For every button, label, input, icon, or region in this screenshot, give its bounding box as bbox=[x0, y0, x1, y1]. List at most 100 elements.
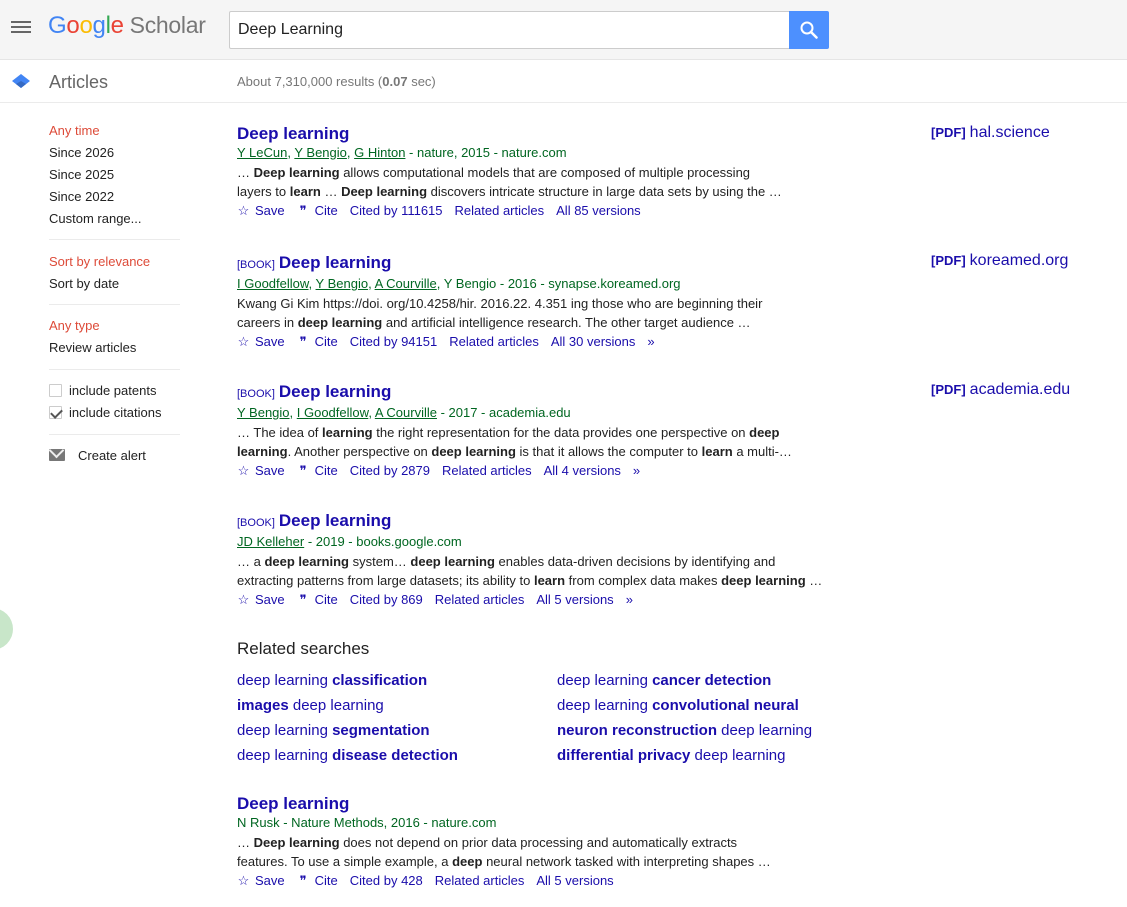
save-label: Save bbox=[255, 463, 285, 478]
author-link[interactable]: JD Kelleher bbox=[237, 534, 304, 549]
sort-option-0[interactable]: Sort by relevance bbox=[49, 255, 181, 277]
author-link[interactable]: I Goodfellow bbox=[237, 276, 309, 291]
related-search-link[interactable]: deep learning segmentation bbox=[237, 722, 430, 739]
cite-label: Cite bbox=[314, 334, 338, 349]
save-link[interactable]: ☆ Save bbox=[237, 592, 285, 607]
author-link[interactable]: Y Bengio bbox=[316, 276, 369, 291]
related-search-link[interactable]: neuron reconstruction deep learning bbox=[557, 722, 812, 739]
filter-time-0[interactable]: Any time bbox=[49, 124, 181, 146]
all-versions-link[interactable]: All 5 versions bbox=[536, 873, 613, 888]
result-source: - 2016 - synapse.koreamed.org bbox=[496, 276, 681, 291]
all-versions-link[interactable]: All 85 versions bbox=[556, 203, 641, 218]
result-snippet: … Deep learning does not depend on prior… bbox=[237, 835, 738, 850]
related-articles-link[interactable]: Related articles bbox=[435, 873, 525, 888]
related-articles-link[interactable]: Related articles bbox=[455, 203, 545, 218]
pdf-link[interactable]: [PDF] koreamed.org bbox=[931, 252, 1068, 270]
more-chevron-icon[interactable]: » bbox=[626, 592, 633, 607]
floating-button[interactable] bbox=[0, 608, 13, 650]
related-search-link[interactable]: deep learning convolutional neural bbox=[557, 697, 799, 714]
include-patents-checkbox[interactable]: include patents bbox=[49, 384, 181, 406]
related-search-link[interactable]: deep learning cancer detection bbox=[557, 672, 771, 689]
logo-letter: G bbox=[48, 12, 67, 39]
author-link[interactable]: Y Bengio bbox=[294, 145, 347, 160]
cited-by-link[interactable]: Cited by 111615 bbox=[350, 203, 443, 218]
result-title-link[interactable]: [BOOK] Deep learning bbox=[237, 511, 837, 533]
sort-option-1[interactable]: Sort by date bbox=[49, 277, 181, 299]
checkbox-checked-icon bbox=[49, 406, 62, 419]
pdf-tag: [PDF] bbox=[931, 253, 966, 268]
related-search-link[interactable]: images deep learning bbox=[237, 697, 384, 714]
author-link[interactable]: Y Bengio bbox=[237, 405, 290, 420]
save-label: Save bbox=[255, 334, 285, 349]
filter-type-1[interactable]: Review articles bbox=[49, 341, 181, 363]
filter-type-0[interactable]: Any type bbox=[49, 319, 181, 341]
related-articles-link[interactable]: Related articles bbox=[442, 463, 532, 478]
result-snippet: extracting patterns from large datasets;… bbox=[237, 573, 823, 588]
filter-time-2[interactable]: Since 2025 bbox=[49, 168, 181, 190]
author-link[interactable]: A Courville bbox=[375, 276, 437, 291]
result-title-text: Deep learning bbox=[278, 511, 392, 530]
star-icon: ☆ bbox=[237, 873, 250, 888]
result-title-link[interactable]: Deep learning bbox=[237, 124, 837, 144]
save-link[interactable]: ☆ Save bbox=[237, 334, 285, 349]
result-title-link[interactable]: [BOOK] Deep learning bbox=[237, 382, 837, 404]
include-citations-checkbox[interactable]: include citations bbox=[49, 406, 181, 428]
result-title-text: Deep learning bbox=[237, 794, 350, 813]
create-alert-link[interactable]: Create alert bbox=[49, 449, 181, 471]
result-actions: ☆ Save ❞ Cite Cited by 869 Related articles Al… bbox=[237, 592, 837, 608]
related-articles-link[interactable]: Related articles bbox=[435, 592, 525, 607]
author-link[interactable]: G Hinton bbox=[354, 145, 405, 160]
result-title-link[interactable]: Deep learning bbox=[237, 794, 837, 814]
author-link[interactable]: I Goodfellow bbox=[297, 405, 369, 420]
google-scholar-logo[interactable]: Google Scholar bbox=[48, 12, 206, 40]
save-link[interactable]: ☆ Save bbox=[237, 873, 285, 888]
cited-by-link[interactable]: Cited by 94151 bbox=[350, 334, 437, 349]
cite-link[interactable]: ❞ Cite bbox=[297, 592, 338, 607]
result-actions: ☆ Save ❞ Cite Cited by 94151 Related articles… bbox=[237, 334, 837, 350]
scholar-cap-icon bbox=[12, 74, 30, 88]
result-type-tag: [BOOK] bbox=[237, 388, 275, 400]
menu-icon[interactable] bbox=[11, 19, 31, 35]
related-articles-link[interactable]: Related articles bbox=[449, 334, 539, 349]
result-title-text: Deep learning bbox=[278, 382, 392, 401]
related-search-link[interactable]: deep learning classification bbox=[237, 672, 427, 689]
cite-link[interactable]: ❞ Cite bbox=[297, 203, 338, 218]
section-title: Articles bbox=[49, 72, 109, 92]
cite-link[interactable]: ❞ Cite bbox=[297, 463, 338, 478]
more-chevron-icon[interactable]: » bbox=[647, 334, 654, 349]
cited-by-link[interactable]: Cited by 869 bbox=[350, 592, 423, 607]
star-icon: ☆ bbox=[237, 203, 250, 218]
search-button[interactable] bbox=[789, 11, 829, 49]
save-link[interactable]: ☆ Save bbox=[237, 463, 285, 478]
author-name: N Rusk bbox=[237, 815, 280, 830]
result-source: - 2019 - books.google.com bbox=[304, 534, 462, 549]
pdf-link[interactable]: [PDF] academia.edu bbox=[931, 381, 1070, 399]
all-versions-link[interactable]: All 4 versions bbox=[544, 463, 621, 478]
filter-time-4[interactable]: Custom range... bbox=[49, 212, 181, 234]
filter-time-1[interactable]: Since 2026 bbox=[49, 146, 181, 168]
quote-icon: ❞ bbox=[299, 203, 307, 218]
related-search-link[interactable]: differential privacy deep learning bbox=[557, 747, 785, 764]
result-meta: Y Bengio, I Goodfellow, A Courville - 20… bbox=[237, 405, 571, 420]
result-source: - Nature Methods, 2016 - nature.com bbox=[279, 815, 497, 830]
pdf-link[interactable]: [PDF] hal.science bbox=[931, 124, 1050, 142]
pdf-site: academia.edu bbox=[969, 381, 1071, 398]
sidebar-divider bbox=[49, 369, 180, 370]
search-result: Deep learning Y LeCun, Y Bengio, G Hinton… bbox=[237, 124, 837, 219]
result-title-link[interactable]: [BOOK] Deep learning bbox=[237, 253, 837, 275]
cite-link[interactable]: ❞ Cite bbox=[297, 873, 338, 888]
all-versions-link[interactable]: All 30 versions bbox=[551, 334, 636, 349]
author-link[interactable]: A Courville bbox=[375, 405, 437, 420]
filter-time-3[interactable]: Since 2022 bbox=[49, 190, 181, 212]
cite-link[interactable]: ❞ Cite bbox=[297, 334, 338, 349]
save-link[interactable]: ☆ Save bbox=[237, 203, 285, 218]
all-versions-link[interactable]: All 5 versions bbox=[536, 592, 613, 607]
save-label: Save bbox=[255, 873, 285, 888]
search-input[interactable] bbox=[229, 11, 790, 49]
cited-by-link[interactable]: Cited by 428 bbox=[350, 873, 423, 888]
related-search-link[interactable]: deep learning disease detection bbox=[237, 747, 458, 764]
cited-by-link[interactable]: Cited by 2879 bbox=[350, 463, 430, 478]
quote-icon: ❞ bbox=[299, 592, 307, 607]
author-link[interactable]: Y LeCun bbox=[237, 145, 287, 160]
more-chevron-icon[interactable]: » bbox=[633, 463, 640, 478]
